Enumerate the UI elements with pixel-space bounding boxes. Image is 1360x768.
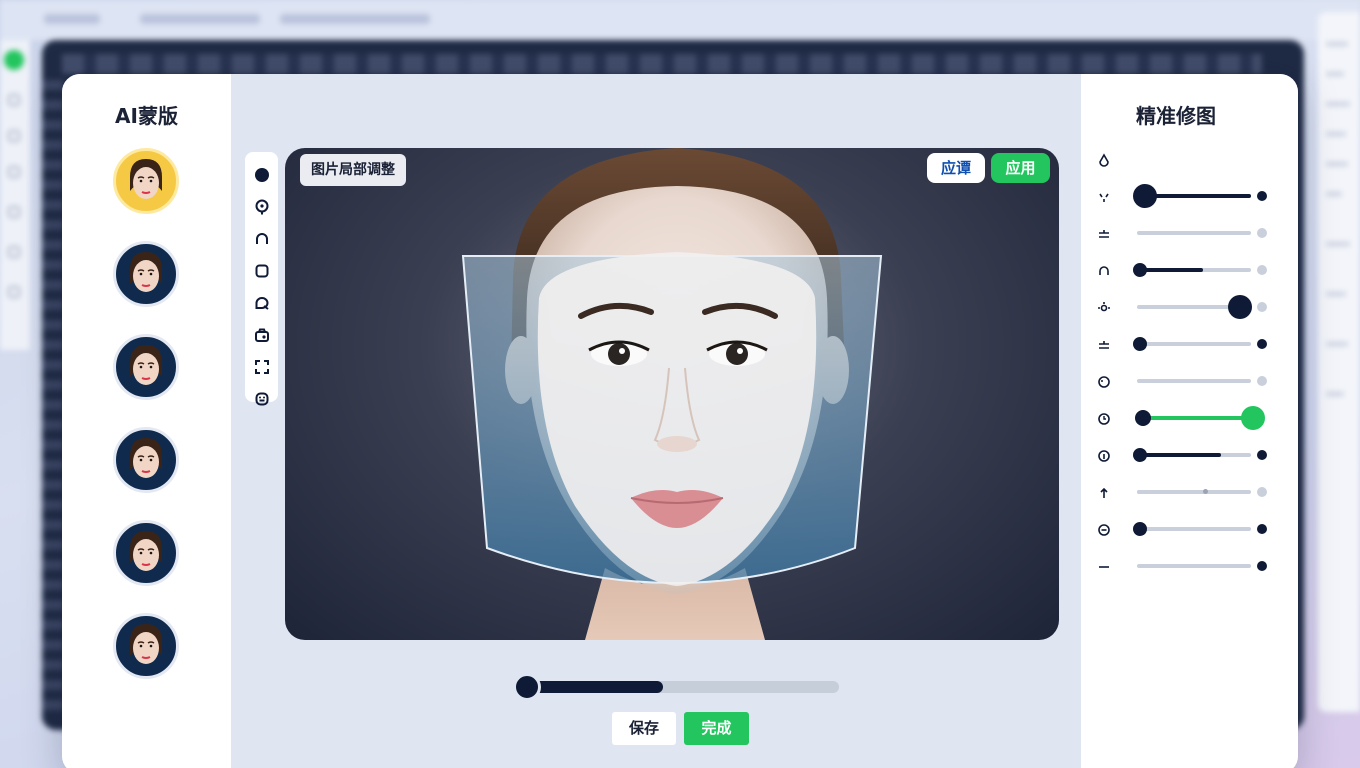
adjustment-knob[interactable] xyxy=(1133,337,1147,351)
adjustment-knob[interactable] xyxy=(1133,184,1157,208)
adjustment-track[interactable] xyxy=(1137,342,1251,346)
adjustment-fill xyxy=(1141,416,1247,420)
local-adjust-tag: 图片局部调整 xyxy=(300,154,406,186)
palette-icon xyxy=(1097,374,1111,388)
adjustment-knob[interactable] xyxy=(1133,263,1147,277)
adjustment-fill xyxy=(1137,490,1199,494)
adjustment-row-5[interactable] xyxy=(1097,295,1277,319)
adjustment-knob[interactable] xyxy=(1133,522,1147,536)
minus-circle-icon xyxy=(1097,522,1111,536)
mask-preset-4[interactable] xyxy=(113,427,179,493)
adjustment-end xyxy=(1257,191,1267,201)
adjustment-end xyxy=(1257,302,1267,312)
adjustment-knob[interactable] xyxy=(1203,489,1208,494)
preview-button[interactable]: 应谭 xyxy=(927,153,985,183)
intensity-knob[interactable] xyxy=(513,673,541,701)
mask-preset-5[interactable] xyxy=(113,520,179,586)
face-scan-icon[interactable] xyxy=(253,390,270,407)
adjustment-row-7[interactable] xyxy=(1097,369,1277,393)
camera-icon[interactable] xyxy=(253,326,270,343)
adjustment-end xyxy=(1257,339,1267,349)
adjustment-row-10[interactable] xyxy=(1097,480,1277,504)
editor-modal: AI蒙版 图片局部调整 应谭 应用 保存 完成 精准修图 xyxy=(62,74,1298,768)
portrait-photo xyxy=(461,148,883,640)
adjustment-fill xyxy=(1137,453,1221,457)
square-icon[interactable] xyxy=(253,262,270,279)
ai-mask-panel: AI蒙版 xyxy=(62,74,231,768)
adjustment-end xyxy=(1257,524,1267,534)
drop-icon xyxy=(1097,152,1111,167)
adjustment-end xyxy=(1257,450,1267,460)
chat-icon[interactable] xyxy=(253,294,270,311)
adjustment-track[interactable] xyxy=(1137,379,1251,383)
clock-icon xyxy=(1097,411,1111,425)
adjustment-knob[interactable] xyxy=(1227,295,1252,319)
info-icon xyxy=(1097,448,1111,462)
background-rail xyxy=(0,40,30,350)
adjustment-row-1[interactable] xyxy=(1097,147,1277,171)
adjustment-row-12[interactable] xyxy=(1097,554,1277,578)
precise-retouch-panel: 精准修图 xyxy=(1081,74,1298,768)
adjustment-row-9[interactable] xyxy=(1097,443,1277,467)
intensity-slider[interactable] xyxy=(513,673,847,701)
adjustment-row-8[interactable] xyxy=(1097,406,1277,430)
adjustment-knob[interactable] xyxy=(1241,406,1265,430)
adjustment-knob[interactable] xyxy=(1133,448,1147,462)
background-right-panel xyxy=(1318,12,1360,712)
editor-center: 图片局部调整 应谭 应用 保存 完成 xyxy=(231,74,1081,768)
adjustment-knob-start[interactable] xyxy=(1135,410,1151,426)
crop-icon[interactable] xyxy=(253,358,270,375)
adjustment-row-3[interactable] xyxy=(1097,221,1277,245)
adjustment-end xyxy=(1257,561,1267,571)
arrow-up-icon xyxy=(1097,485,1111,499)
precise-retouch-title: 精准修图 xyxy=(1136,104,1216,128)
mask-preset-1[interactable] xyxy=(113,148,179,214)
headphone-icon[interactable] xyxy=(253,230,270,247)
apply-button[interactable]: 应用 xyxy=(991,153,1050,183)
adjustment-end xyxy=(1257,228,1267,238)
tool-strip xyxy=(245,152,278,405)
level-icon xyxy=(1097,226,1111,240)
mask-preset-2[interactable] xyxy=(113,241,179,307)
adjustment-end xyxy=(1257,487,1267,497)
adjustment-track[interactable] xyxy=(1137,564,1251,568)
background-topbar xyxy=(0,0,1360,40)
photo-canvas[interactable]: 图片局部调整 应谭 应用 xyxy=(285,148,1059,640)
adjustment-row-2[interactable] xyxy=(1097,184,1277,208)
balloon-icon[interactable] xyxy=(253,198,270,215)
brightness-icon xyxy=(1097,300,1111,314)
sparkle-icon xyxy=(1097,189,1111,203)
adjustment-track[interactable] xyxy=(1137,231,1251,235)
adjustment-row-4[interactable] xyxy=(1097,258,1277,282)
adjustment-row-6[interactable] xyxy=(1097,332,1277,356)
done-button[interactable]: 完成 xyxy=(684,712,749,745)
adjustment-row-11[interactable] xyxy=(1097,517,1277,541)
headset-icon xyxy=(1097,263,1111,277)
adjustment-fill-2 xyxy=(1213,490,1227,494)
dash-icon xyxy=(1097,559,1111,573)
mask-preset-6[interactable] xyxy=(113,613,179,679)
mask-preset-3[interactable] xyxy=(113,334,179,400)
adjustment-end xyxy=(1257,376,1267,386)
level-icon xyxy=(1097,337,1111,351)
save-button[interactable]: 保存 xyxy=(612,712,676,745)
dot-icon[interactable] xyxy=(253,166,270,183)
adjustment-track[interactable] xyxy=(1137,527,1251,531)
adjustment-end xyxy=(1257,265,1267,275)
ai-mask-title: AI蒙版 xyxy=(115,104,178,128)
